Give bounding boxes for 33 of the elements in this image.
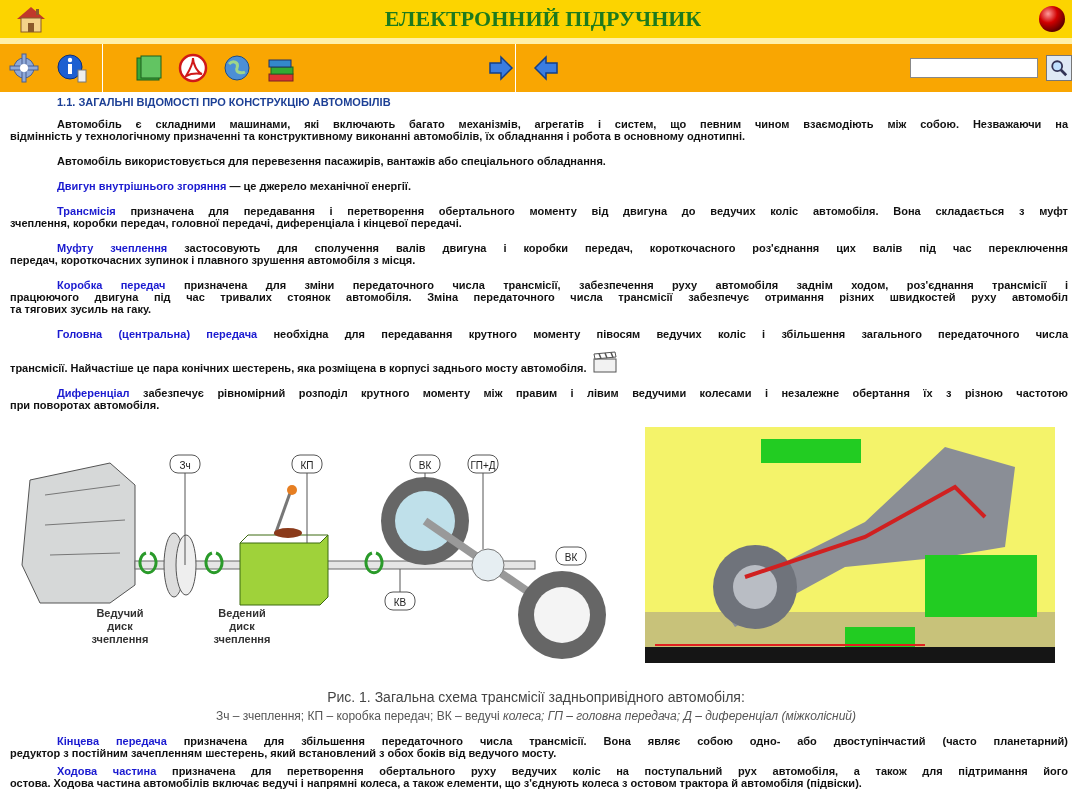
section-title: 1.1. ЗАГАЛЬНІ ВІДОМОСТІ ПРО КОНСТРУКЦІЮ АВТОМОБІЛІВ	[56, 95, 392, 110]
disc-label: Ведений диск зчеплення	[213, 607, 271, 645]
app-title: ЕЛЕКТРОННИЙ ПІДРУЧНИК	[384, 6, 702, 32]
swirl-icon[interactable]	[177, 52, 209, 84]
paragraph: Муфту зчеплення застосовують для сполучення валів двигуна і коробки передач, короткочасного роз'єднання цих валів під час переключення передач, короткочасних зупинок і плавного зрушення автомобіля з місця.	[10, 242, 1068, 266]
paragraph: Диференціал забезпечує рівномірний розподіл крутного моменту між правим і лівим ведучими колесами і незалежне обертання їх з різною частотою при поворотах автомобіля.	[10, 387, 1068, 411]
paragraph: Трансмісія призначена для передавання і перетворення обертального моменту від двигуна до ведучих коліс автомобіля. Вона складається з муфт зчеплення, коробки передач, головної передачі, диференціала і кінцевої передачі.	[10, 205, 1068, 229]
paragraph: Кінцева передача призначена для збільшення передаточного числа трансмісії. Вона являє собою одно- або двоступінчастий (часто планетарний) редуктор з постійним зачепленням шестерень, який встановлений з обох боків від ведучого мосту.	[10, 735, 1068, 759]
callout-label: КП	[291, 454, 323, 474]
gear-icon[interactable]	[8, 52, 40, 84]
clapperboard-icon[interactable]	[592, 350, 619, 374]
search-icon	[1050, 59, 1068, 77]
paragraph: Коробка передач призначена для зміни передаточного числа трансмісії, забезпечення руху автомобіля заднім ходом, роз'єднання трансмісії і працюючого двигуна під час тривалих стоянок автомобіля. Зміна передаточного числа трансмісії забезпечує отримання різних швидкостей руху автомобіл та тягових зусиль на гаку.	[10, 279, 1068, 315]
search-field[interactable]	[910, 58, 1038, 78]
figure-legend: Зч – зчеплення; КП – коробка передач; ВК – ведучі колеса; ГП – головна передача; Д – диференціал (міжколісний)	[0, 709, 1072, 723]
globe-icon[interactable]	[221, 52, 253, 84]
callout-label: КВ	[384, 591, 416, 611]
callout-label: ГП+Д	[467, 454, 499, 474]
callout-label: ВК	[555, 546, 587, 566]
paragraph: Двигун внутрішнього згоряння — це джерело механічної енергії.	[56, 180, 412, 192]
figure-caption: Рис. 1. Загальна схема трансмісії задньопривідного автомобіля:	[326, 689, 746, 705]
paragraph: Автомобіль використовується для перевезення пасажирів, вантажів або спеціального обладнання.	[56, 155, 607, 167]
paragraph: Головна (центральна) передача необхідна для передавання крутного моменту півосям ведучих коліс і збільшення загального передаточного числа трансмісії. Найчастіше це пара конічних шестерень, яка розміщена в корпусі заднього мосту автомобіля.	[10, 328, 1068, 374]
callout-label: ВК	[409, 454, 441, 474]
search-button[interactable]	[1046, 55, 1072, 81]
disc-label: Ведучий диск зчеплення	[91, 607, 149, 645]
arrow-left-icon[interactable]	[532, 54, 560, 82]
callout-label: Зч	[169, 454, 201, 474]
arrow-right-icon[interactable]	[487, 54, 515, 82]
paragraph: Автомобіль є складними машинами, які включають багато механізмів, агрегатів і систем, що певним чином взаємодіють між собою. Незважаючи на відмінність у технологічному призначенні та конструктивному виконанні автомобілів, їх обладнання і робота в основному однотипні.	[10, 118, 1068, 142]
sphere-icon[interactable]	[1038, 5, 1066, 33]
paragraph: Ходова частина призначена для перетворення обертального руху ведучих коліс на поступальний рух автомобіля, а також для підтримання його остова. Ходова частина автомобілів включає ведучі і напрямні колеса, а також елементи, що з'єднують колеса з остовом трактора й автомобіля (підвіски).	[10, 765, 1068, 789]
info-icon[interactable]	[56, 52, 88, 84]
